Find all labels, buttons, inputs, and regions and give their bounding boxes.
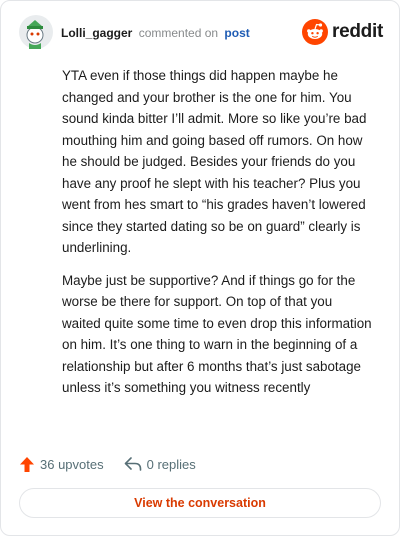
- upvote-arrow-icon: [20, 456, 34, 472]
- view-conversation-button[interactable]: View the conversation: [19, 488, 381, 518]
- comment-meta: Lolli_gagger commented on post: [61, 26, 250, 40]
- reddit-wordmark: reddit: [332, 21, 383, 42]
- post-link[interactable]: post: [224, 26, 249, 40]
- reddit-brand[interactable]: reddit: [302, 19, 383, 45]
- comment-embed-card: Lolli_gagger commented on post reddit YT…: [0, 0, 400, 536]
- comment-action: commented on: [138, 26, 219, 40]
- reply-stat[interactable]: 0 replies: [124, 456, 196, 472]
- comment-body: YTA even if those things did happen mayb…: [62, 65, 374, 410]
- comment-paragraph-2: Maybe just be supportive? And if things …: [62, 272, 372, 396]
- reddit-logo-icon: [302, 19, 329, 45]
- snoo-avatar-icon[interactable]: [19, 15, 53, 49]
- comment-header: Lolli_gagger commented on post reddit: [19, 15, 383, 55]
- comment-author[interactable]: Lolli_gagger: [61, 26, 132, 40]
- comment-stats: 36 upvotes 0 replies: [19, 453, 196, 475]
- reply-arrow-icon: [124, 457, 141, 471]
- upvote-stat[interactable]: 36 upvotes: [19, 456, 104, 473]
- comment-paragraph-1: YTA even if those things did happen mayb…: [62, 68, 367, 255]
- reply-count: 0 replies: [146, 456, 196, 472]
- upvote-count: 36 upvotes: [40, 456, 104, 472]
